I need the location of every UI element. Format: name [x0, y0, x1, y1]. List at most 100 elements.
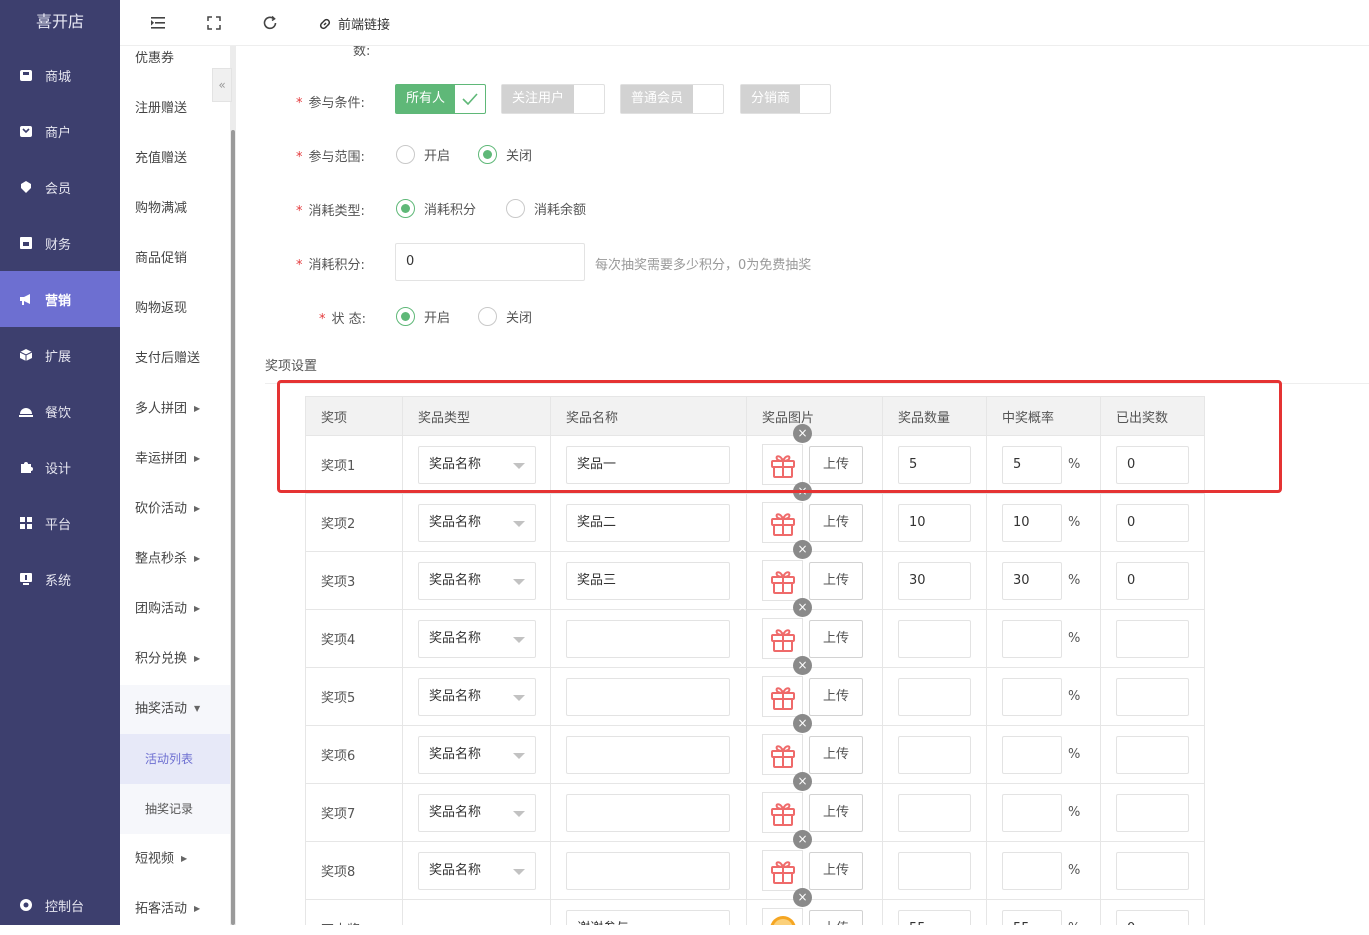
consume-points-input[interactable]: 0 — [395, 243, 585, 281]
submenu-child-activity-list[interactable]: 活动列表 — [120, 734, 230, 784]
prize-type-select[interactable]: 奖品名称 — [418, 793, 536, 832]
close-icon[interactable]: × — [793, 424, 812, 443]
sidebar-item-marketing[interactable]: 营销 — [0, 271, 120, 327]
prize-out-input[interactable] — [1116, 619, 1189, 658]
close-icon[interactable]: × — [793, 772, 812, 791]
prize-rate-input[interactable] — [1002, 619, 1062, 658]
prize-qty-input[interactable] — [898, 735, 971, 774]
sidebar-item-design[interactable]: 设计 — [0, 439, 120, 495]
submenu-item-recharge-gift[interactable]: 充值赠送 — [120, 134, 230, 184]
submenu-item-lottery[interactable]: 抽奖活动 ▼ — [120, 684, 230, 734]
upload-button[interactable]: 上传 — [809, 735, 863, 774]
sidebar-item-dining[interactable]: 餐饮 — [0, 383, 120, 439]
sidebar-item-finance[interactable]: 财务 — [0, 215, 120, 271]
submenu-item-flash-sale[interactable]: 整点秒杀 ▶ — [120, 534, 230, 584]
prize-out-input[interactable] — [1116, 677, 1189, 716]
prize-name-input[interactable]: 谢谢参与 — [566, 909, 730, 925]
prize-qty-input[interactable] — [898, 851, 971, 890]
submenu-item-points-exchange[interactable]: 积分兑换 ▶ — [120, 634, 230, 684]
prize-name-input[interactable] — [566, 793, 730, 832]
prize-qty-input[interactable] — [898, 619, 971, 658]
prize-name-input[interactable]: 奖品二 — [566, 503, 730, 542]
close-icon[interactable]: × — [793, 482, 812, 501]
submenu-item-short-video[interactable]: 短视频 ▶ — [120, 834, 230, 884]
submenu-child-lottery-records[interactable]: 抽奖记录 — [120, 784, 230, 834]
prize-type-select[interactable]: 奖品名称 — [418, 735, 536, 774]
upload-button[interactable]: 上传 — [809, 909, 863, 925]
submenu-item-full-reduction[interactable]: 购物满减 — [120, 184, 230, 234]
submenu-item-customer-acquisition[interactable]: 拓客活动 ▶ — [120, 884, 230, 934]
prize-qty-input[interactable]: 5 — [898, 445, 971, 484]
prize-rate-input[interactable]: 5 — [1002, 445, 1062, 484]
radio-scope-off[interactable]: 关闭 — [478, 145, 532, 164]
checkbox-regular-members[interactable]: 普通会员 — [620, 84, 725, 114]
submenu-item-lucky-group[interactable]: 幸运拼团 ▶ — [120, 434, 230, 484]
submenu-item-cashback[interactable]: 购物返现 — [120, 284, 230, 334]
prize-type-select[interactable]: 奖品名称 — [418, 503, 536, 542]
close-icon[interactable]: × — [793, 598, 812, 617]
prize-rate-input[interactable] — [1002, 793, 1062, 832]
prize-rate-input[interactable] — [1002, 735, 1062, 774]
prize-out-input[interactable] — [1116, 735, 1189, 774]
upload-button[interactable]: 上传 — [809, 445, 863, 484]
sidebar-item-platform[interactable]: 平台 — [0, 495, 120, 551]
upload-button[interactable]: 上传 — [809, 619, 863, 658]
prize-out-input[interactable] — [1116, 851, 1189, 890]
prize-type-select[interactable]: 奖品名称 — [418, 851, 536, 890]
sidebar-item-merchant[interactable]: 商户 — [0, 103, 120, 159]
checkbox-followers[interactable]: 关注用户 — [501, 84, 606, 114]
close-icon[interactable]: × — [793, 714, 812, 733]
submenu-scroll-thumb[interactable] — [231, 130, 235, 925]
sidebar-item-console[interactable]: 控制台 — [0, 880, 120, 930]
upload-button[interactable]: 上传 — [809, 851, 863, 890]
close-icon[interactable]: × — [793, 888, 812, 907]
prize-out-input[interactable]: 0 — [1116, 445, 1189, 484]
submenu-item-team-buy[interactable]: 团购活动 ▶ — [120, 584, 230, 634]
prize-name-input[interactable]: 奖品三 — [566, 561, 730, 600]
submenu-item-bargain[interactable]: 砍价活动 ▶ — [120, 484, 230, 534]
prize-name-input[interactable] — [566, 619, 730, 658]
prize-name-input[interactable] — [566, 677, 730, 716]
prize-type-select[interactable]: 奖品名称 — [418, 561, 536, 600]
collapse-submenu-button[interactable]: « — [212, 68, 232, 102]
sidebar-item-member[interactable]: 会员 — [0, 159, 120, 215]
sidebar-item-extend[interactable]: 扩展 — [0, 327, 120, 383]
frontend-link[interactable]: 前端链接 — [318, 14, 390, 33]
prize-out-input[interactable]: 0 — [1116, 909, 1189, 925]
upload-button[interactable]: 上传 — [809, 677, 863, 716]
prize-qty-input[interactable] — [898, 677, 971, 716]
prize-out-input[interactable]: 0 — [1116, 503, 1189, 542]
prize-qty-input[interactable] — [898, 793, 971, 832]
prize-type-select[interactable]: 奖品名称 — [418, 619, 536, 658]
prize-rate-input[interactable]: 10 — [1002, 503, 1062, 542]
submenu-item-post-pay-gift[interactable]: 支付后赠送 — [120, 334, 230, 384]
radio-status-on[interactable]: 开启 — [396, 307, 450, 326]
prize-out-input[interactable] — [1116, 793, 1189, 832]
menu-toggle-icon[interactable] — [149, 14, 167, 32]
prize-rate-input[interactable]: 30 — [1002, 561, 1062, 600]
prize-name-input[interactable] — [566, 851, 730, 890]
prize-qty-input[interactable]: 55 — [898, 909, 971, 925]
radio-status-off[interactable]: 关闭 — [478, 307, 532, 326]
sidebar-item-store[interactable]: 商城 — [0, 47, 120, 103]
checkbox-distributors[interactable]: 分销商 — [740, 84, 832, 114]
close-icon[interactable]: × — [793, 830, 812, 849]
upload-button[interactable]: 上传 — [809, 793, 863, 832]
prize-name-input[interactable]: 奖品一 — [566, 445, 730, 484]
sidebar-item-system[interactable]: 系统 — [0, 551, 120, 607]
checkbox-all-users[interactable]: 所有人 — [395, 84, 487, 114]
refresh-icon[interactable] — [261, 14, 279, 32]
prize-rate-input[interactable] — [1002, 851, 1062, 890]
radio-scope-on[interactable]: 开启 — [396, 145, 450, 164]
prize-qty-input[interactable]: 30 — [898, 561, 971, 600]
submenu-item-product-promo[interactable]: 商品促销 — [120, 234, 230, 284]
radio-consume-points[interactable]: 消耗积分 — [396, 199, 476, 218]
prize-type-select[interactable]: 奖品名称 — [418, 677, 536, 716]
close-icon[interactable]: × — [793, 540, 812, 559]
prize-name-input[interactable] — [566, 735, 730, 774]
radio-consume-balance[interactable]: 消耗余额 — [506, 199, 586, 218]
prize-out-input[interactable]: 0 — [1116, 561, 1189, 600]
prize-qty-input[interactable]: 10 — [898, 503, 971, 542]
upload-button[interactable]: 上传 — [809, 561, 863, 600]
prize-type-select[interactable]: 奖品名称 — [418, 445, 536, 484]
